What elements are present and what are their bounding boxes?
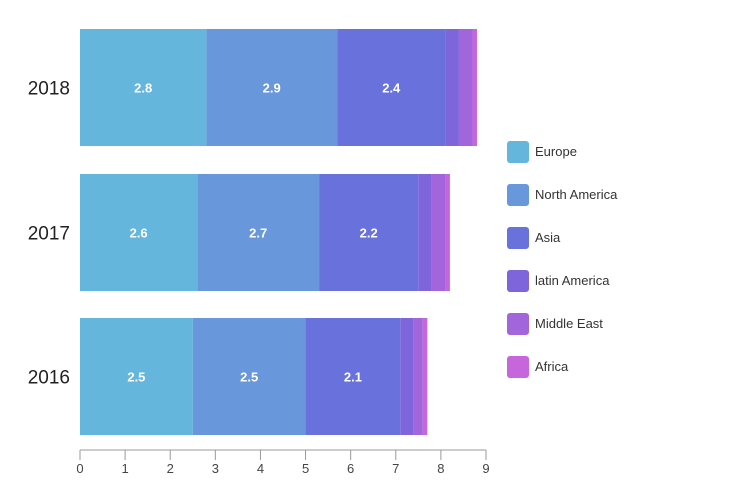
bar-segment-africa-2018 — [472, 29, 477, 146]
bar-segment-middle-east-2018 — [458, 29, 473, 146]
x-tick-label: 2 — [167, 461, 174, 476]
legend-swatch — [507, 355, 529, 378]
legend-label: Asia — [535, 230, 561, 245]
data-label: 2.7 — [249, 226, 267, 241]
x-tick-label: 5 — [302, 461, 309, 476]
bar-segment-latin-america-2017 — [418, 174, 432, 291]
data-label: 2.5 — [127, 370, 145, 385]
stacked-bar-chart: 2.8 2.9 2.42.6 2.7 2.22.5 2.5 2.1 201820172016… — [28, 29, 490, 476]
legend-swatch — [507, 312, 529, 335]
data-label: 2.9 — [263, 81, 281, 96]
bar-segment-latin-america-2018 — [445, 29, 459, 146]
bar-segment-middle-east-2016 — [413, 318, 423, 435]
legend-label: Middle East — [535, 316, 603, 331]
category-label: 2017 — [28, 224, 70, 245]
x-tick-label: 9 — [482, 461, 489, 476]
legend-label: Africa — [535, 359, 569, 374]
legend-swatch — [507, 140, 529, 163]
x-tick-label: 4 — [257, 461, 264, 476]
legend-swatch — [507, 226, 529, 249]
bar-segment-africa-2016 — [422, 318, 428, 435]
category-label: 2016 — [28, 368, 70, 389]
data-label: 2.1 — [344, 370, 362, 385]
x-tick-label: 7 — [392, 461, 399, 476]
bar-segment-middle-east-2017 — [431, 174, 446, 291]
bars-group: 2.8 2.9 2.4 2.6 2.7 2.2 2.5 2.5 2.1 — [80, 29, 477, 435]
x-tick-label: 1 — [121, 461, 128, 476]
legend-label: North America — [535, 187, 618, 202]
category-label: 2018 — [28, 79, 70, 100]
bar-segment-africa-2017 — [445, 174, 450, 291]
data-label: 2.4 — [382, 81, 401, 96]
legend-item-north-america[interactable]: North America — [507, 173, 617, 216]
data-label: 2.6 — [130, 226, 148, 241]
x-tick-label: 3 — [212, 461, 219, 476]
legend-item-asia[interactable]: Asia — [507, 216, 617, 259]
legend-label: Europe — [535, 144, 577, 159]
x-axis: 0 1 2 3 4 5 6 7 8 9 — [76, 449, 490, 476]
legend-swatch — [507, 183, 529, 206]
data-label: 2.8 — [134, 81, 152, 96]
legend: Europe North America Asia latin America Midd… — [507, 130, 617, 388]
data-label: 2.2 — [360, 226, 378, 241]
data-label: 2.5 — [240, 370, 258, 385]
legend-item-africa[interactable]: Africa — [507, 345, 617, 388]
legend-swatch — [507, 269, 529, 292]
legend-label: latin America — [535, 273, 610, 288]
category-labels: 2018 2017 2016 — [28, 79, 70, 389]
legend-item-middle-east[interactable]: Middle East — [507, 302, 617, 345]
legend-item-latin-america[interactable]: latin America — [507, 259, 617, 302]
legend-item-europe[interactable]: Europe — [507, 130, 617, 173]
x-tick-label: 0 — [76, 461, 83, 476]
x-tick-label: 8 — [437, 461, 444, 476]
x-tick-label: 6 — [347, 461, 354, 476]
bar-segment-latin-america-2016 — [400, 318, 414, 435]
